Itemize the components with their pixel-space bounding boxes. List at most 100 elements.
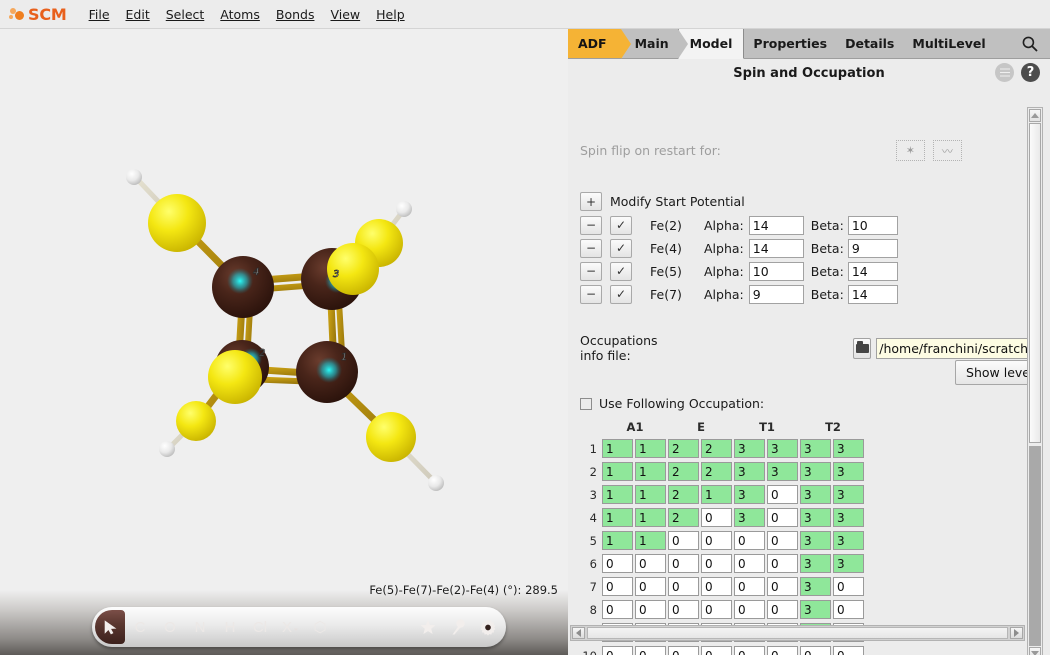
occupation-cell[interactable]: 1 (635, 485, 666, 504)
occupation-cell[interactable]: 1 (635, 508, 666, 527)
menu-atoms[interactable]: Atoms (212, 4, 268, 24)
occupation-cell[interactable]: 0 (767, 600, 798, 619)
occupation-cell[interactable]: 3 (833, 485, 864, 504)
spin-flip-button-a[interactable]: ✶ (896, 140, 925, 161)
occupation-cell[interactable]: 0 (701, 600, 732, 619)
occupation-cell[interactable]: 0 (602, 600, 633, 619)
occupation-cell[interactable]: 3 (833, 508, 864, 527)
occupation-cell[interactable]: 3 (800, 439, 831, 458)
beta-input[interactable]: 9 (848, 239, 898, 258)
occupation-cell[interactable]: 3 (800, 600, 831, 619)
tool-nitrogen[interactable]: N (185, 610, 215, 644)
remove-row-button[interactable]: − (580, 216, 602, 235)
occupation-cell[interactable]: 0 (701, 577, 732, 596)
occupation-cell[interactable]: 1 (701, 485, 732, 504)
occupation-cell[interactable]: 3 (800, 485, 831, 504)
occupation-cell[interactable]: 3 (734, 462, 765, 481)
occupation-cell[interactable]: 0 (602, 554, 633, 573)
occupation-cell[interactable]: 0 (701, 646, 732, 655)
hscroll-track[interactable] (587, 627, 1008, 639)
enable-row-checkbox[interactable]: ✓ (610, 262, 632, 281)
occupation-cell[interactable]: 3 (800, 531, 831, 550)
scroll-right-icon[interactable] (1010, 627, 1023, 639)
tool-ring[interactable]: ⬡ (305, 610, 335, 644)
occupation-cell[interactable]: 0 (833, 577, 864, 596)
occupation-cell[interactable]: 1 (602, 462, 633, 481)
molecule-viewer[interactable]: 4 3 2 1 Fe(5)-Fe(7)-Fe(2)-Fe(4) (°): 289… (0, 29, 568, 655)
remove-row-button[interactable]: − (580, 285, 602, 304)
occupation-cell[interactable]: 3 (734, 439, 765, 458)
occupation-cell[interactable]: 3 (734, 485, 765, 504)
occupation-cell[interactable]: 0 (734, 600, 765, 619)
magnet-icon[interactable] (443, 610, 473, 644)
chevron-down-icon[interactable] (294, 627, 298, 633)
occupation-cell[interactable]: 3 (734, 508, 765, 527)
occupation-cell[interactable]: 1 (635, 531, 666, 550)
occupation-cell[interactable]: 1 (602, 508, 633, 527)
alpha-input[interactable]: 10 (749, 262, 804, 281)
occupation-cell[interactable]: 3 (767, 439, 798, 458)
tool-oxygen[interactable]: O (155, 610, 185, 644)
remove-row-button[interactable]: − (580, 239, 602, 258)
occupation-cell[interactable]: 0 (635, 600, 666, 619)
use-following-occupation-checkbox[interactable] (580, 398, 592, 410)
menu-help[interactable]: Help (368, 4, 413, 24)
occupation-cell[interactable]: 3 (833, 439, 864, 458)
occupation-cell[interactable]: 3 (800, 554, 831, 573)
enable-row-checkbox[interactable]: ✓ (610, 239, 632, 258)
occupation-cell[interactable]: 0 (668, 531, 699, 550)
occupation-cell[interactable]: 2 (701, 462, 732, 481)
tool-carbon[interactable]: C (125, 610, 155, 644)
occupation-cell[interactable]: 3 (800, 508, 831, 527)
occupation-cell[interactable]: 1 (635, 439, 666, 458)
alpha-input[interactable]: 9 (749, 285, 804, 304)
occupation-cell[interactable]: 0 (734, 646, 765, 655)
hamburger-icon[interactable] (995, 63, 1014, 82)
occupation-cell[interactable]: 0 (602, 646, 633, 655)
menu-file[interactable]: File (81, 4, 118, 24)
beta-input[interactable]: 10 (848, 216, 898, 235)
menu-select[interactable]: Select (158, 4, 213, 24)
search-icon[interactable] (1010, 29, 1050, 58)
occupation-cell[interactable]: 0 (734, 577, 765, 596)
enable-row-checkbox[interactable]: ✓ (610, 216, 632, 235)
tab-multilevel[interactable]: MultiLevel (903, 29, 994, 58)
tab-main[interactable]: Main (621, 29, 678, 58)
occupation-cell[interactable]: 0 (734, 554, 765, 573)
occupation-cell[interactable]: 0 (668, 646, 699, 655)
remove-row-button[interactable]: − (580, 262, 602, 281)
occupations-file-input[interactable]: /home/franchini/scratch/tmp/FeS_H (876, 338, 1033, 359)
beta-input[interactable]: 14 (848, 262, 898, 281)
occupation-cell[interactable]: 2 (701, 439, 732, 458)
tool-other-element[interactable]: X (275, 610, 305, 644)
occupation-cell[interactable]: 3 (833, 554, 864, 573)
occupation-cell[interactable]: 3 (767, 462, 798, 481)
occupation-cell[interactable]: 3 (800, 577, 831, 596)
occupation-cell[interactable]: 0 (635, 554, 666, 573)
scroll-up-icon[interactable] (1029, 109, 1041, 122)
horizontal-scrollbar[interactable] (570, 625, 1025, 641)
show-levels-button[interactable]: Show levels (955, 360, 1033, 385)
vertical-scrollbar[interactable] (1027, 107, 1043, 655)
occupation-cell[interactable]: 0 (767, 554, 798, 573)
occupation-cell[interactable]: 0 (767, 646, 798, 655)
occupation-cell[interactable]: 0 (767, 531, 798, 550)
occupation-cell[interactable]: 1 (602, 531, 633, 550)
occupation-cell[interactable]: 0 (734, 531, 765, 550)
occupation-cell[interactable]: 0 (635, 646, 666, 655)
occupation-cell[interactable]: 1 (602, 485, 633, 504)
occupation-cell[interactable]: 0 (668, 554, 699, 573)
menu-edit[interactable]: Edit (118, 4, 158, 24)
occupation-cell[interactable]: 0 (635, 577, 666, 596)
occupation-cell[interactable]: 0 (833, 646, 864, 655)
enable-row-checkbox[interactable]: ✓ (610, 285, 632, 304)
alpha-input[interactable]: 14 (749, 239, 804, 258)
add-potential-row-button[interactable]: + (580, 192, 602, 211)
occupation-cell[interactable]: 2 (668, 439, 699, 458)
occupation-cell[interactable]: 0 (800, 646, 831, 655)
spin-flip-button-b[interactable]: 〰 (933, 140, 962, 161)
menu-view[interactable]: View (322, 4, 368, 24)
occupation-cell[interactable]: 3 (833, 462, 864, 481)
occupation-cell[interactable]: 0 (668, 600, 699, 619)
occupation-cell[interactable]: 3 (833, 531, 864, 550)
